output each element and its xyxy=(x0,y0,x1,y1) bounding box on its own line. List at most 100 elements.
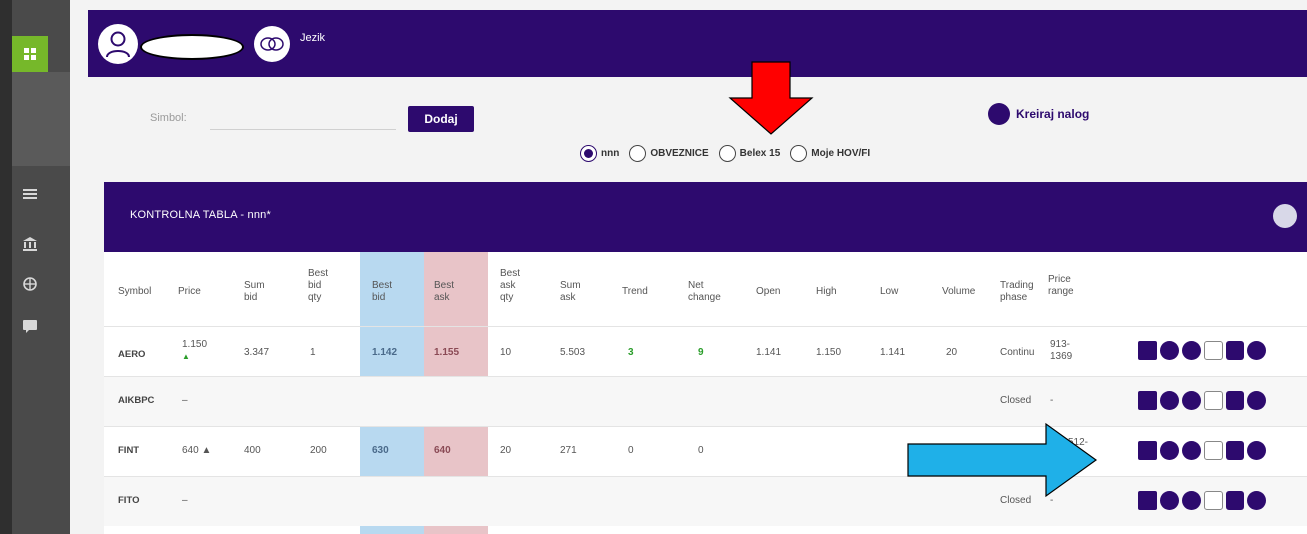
sidebar-item-list[interactable] xyxy=(20,184,40,204)
globe-icon xyxy=(23,277,37,291)
cell-volume: 20 xyxy=(946,347,958,358)
app-root: Jezik Simbol: Dodaj Kreiraj nalog nnn OB… xyxy=(0,0,1307,534)
bank-icon xyxy=(23,237,37,251)
row-actions xyxy=(1138,341,1266,360)
cell-trading-phase: Continu xyxy=(1000,347,1035,358)
sidebar xyxy=(12,0,70,534)
col-trend[interactable]: Trend xyxy=(622,286,648,298)
bag-icon[interactable] xyxy=(1226,341,1244,360)
col-symbol[interactable]: Symbol xyxy=(118,286,151,298)
col-low[interactable]: Low xyxy=(880,286,898,298)
cell-high: 1.150 xyxy=(816,347,842,358)
cell-low: 1.141 xyxy=(880,347,906,358)
col-trading-phase[interactable]: Trading phase xyxy=(1000,280,1034,304)
document-icon[interactable] xyxy=(1204,341,1223,360)
calendar-grid-icon[interactable] xyxy=(1138,491,1157,510)
circle-go-icon[interactable] xyxy=(1247,441,1266,460)
language-button[interactable] xyxy=(254,26,290,62)
circle-cancel-icon[interactable] xyxy=(1182,341,1201,360)
bag-icon[interactable] xyxy=(1226,441,1244,460)
blue-right-arrow-annotation xyxy=(907,422,1098,498)
cell-best-ask-qty: 10 xyxy=(500,347,512,358)
row-actions xyxy=(1138,491,1266,510)
cell-net-change: 9 xyxy=(698,347,704,358)
col-net-change[interactable]: Net change xyxy=(688,280,721,304)
radio-label-belex15: Belex 15 xyxy=(739,148,781,159)
cell-symbol[interactable]: FINT xyxy=(118,445,139,457)
create-order-label: Kreiraj nalog xyxy=(1016,107,1090,121)
bag-icon[interactable] xyxy=(1226,491,1244,510)
language-label[interactable]: Jezik xyxy=(300,32,325,44)
cell-best-bid-qty: 200 xyxy=(310,445,327,456)
cell-price-range: - xyxy=(1050,395,1054,406)
col-best-bid[interactable]: Best bid xyxy=(372,280,392,304)
col-price-range[interactable]: Price range xyxy=(1048,274,1074,298)
circle-go-icon[interactable] xyxy=(1247,491,1266,510)
radio-nnn[interactable] xyxy=(580,145,597,162)
circle-action-icon[interactable] xyxy=(1160,441,1179,460)
create-order-icon xyxy=(988,103,1010,125)
add-button[interactable]: Dodaj xyxy=(408,106,474,132)
circle-go-icon[interactable] xyxy=(1247,341,1266,360)
calendar-grid-icon[interactable] xyxy=(1138,391,1157,410)
col-price[interactable]: Price xyxy=(178,286,201,298)
col-best-bid-qty[interactable]: Best bid qty xyxy=(308,268,328,304)
user-icon xyxy=(106,31,130,58)
symbol-label: Simbol: xyxy=(150,112,187,124)
cell-symbol[interactable]: AIKBPC xyxy=(118,395,154,407)
col-best-ask[interactable]: Best ask xyxy=(434,280,454,304)
circle-action-icon[interactable] xyxy=(1160,391,1179,410)
cell-symbol[interactable]: FITO xyxy=(118,495,139,507)
col-volume[interactable]: Volume xyxy=(942,286,975,298)
panel-header: KONTROLNA TABLA - nnn* xyxy=(104,182,1307,252)
user-avatar[interactable] xyxy=(98,24,138,64)
sidebar-item-bank[interactable] xyxy=(20,234,40,254)
cell-price: 1.150 ▲ xyxy=(182,339,208,361)
document-icon[interactable] xyxy=(1204,491,1223,510)
radio-obveznice[interactable] xyxy=(629,145,647,162)
radio-label-obveznice: OBVEZNICE xyxy=(650,148,709,159)
cell-sum-bid: 3.347 xyxy=(244,347,270,358)
create-order-button[interactable]: Kreiraj nalog xyxy=(988,103,1089,125)
sidebar-item-globe[interactable] xyxy=(20,274,40,294)
table-row[interactable]: FINT 640 ▲ 400 200 630 640 20 271 0 0 51… xyxy=(104,426,1307,476)
radio-label-nnn: nnn xyxy=(601,148,620,159)
table-row[interactable]: AIKBPC – Closed - xyxy=(104,376,1307,426)
symbol-input[interactable] xyxy=(210,104,396,130)
col-high[interactable]: High xyxy=(816,286,837,298)
cell-best-ask: 1.155 xyxy=(434,347,460,358)
cell-price: – xyxy=(182,495,188,506)
circle-action-icon[interactable] xyxy=(1160,341,1179,360)
table-row[interactable]: FITO – Closed - xyxy=(104,476,1307,526)
document-icon[interactable] xyxy=(1204,441,1223,460)
radio-moje-hov[interactable] xyxy=(790,145,808,162)
sidebar-item-chat[interactable] xyxy=(20,316,40,336)
cell-best-bid: 1.142 xyxy=(372,347,398,358)
cell-sum-ask: 5.503 xyxy=(560,347,586,358)
radio-belex15[interactable] xyxy=(718,145,736,162)
document-icon[interactable] xyxy=(1204,391,1223,410)
calendar-grid-icon[interactable] xyxy=(1138,341,1157,360)
calendar-grid-icon[interactable] xyxy=(1138,441,1157,460)
col-sum-bid[interactable]: Sum bid xyxy=(244,280,265,304)
cell-price-range: 913- 1369 xyxy=(1050,339,1073,362)
circle-cancel-icon[interactable] xyxy=(1182,491,1201,510)
col-open[interactable]: Open xyxy=(756,286,780,298)
cell-sum-bid: 400 xyxy=(244,445,261,456)
cell-symbol[interactable]: AERO xyxy=(118,349,145,361)
cell-best-ask-qty: 20 xyxy=(500,445,512,456)
circle-cancel-icon[interactable] xyxy=(1182,391,1201,410)
table-row[interactable]: AERO 1.150 ▲ 3.347 1 1.142 1.155 10 5.503… xyxy=(104,326,1307,376)
cell-trend: 0 xyxy=(628,445,634,456)
bag-icon[interactable] xyxy=(1226,391,1244,410)
col-sum-ask[interactable]: Sum ask xyxy=(560,280,581,304)
circle-go-icon[interactable] xyxy=(1247,391,1266,410)
sidebar-item-dashboard[interactable] xyxy=(12,36,48,72)
row-actions xyxy=(1138,441,1266,460)
col-best-ask-qty[interactable]: Best ask qty xyxy=(500,268,520,304)
main-content: Jezik Simbol: Dodaj Kreiraj nalog nnn OB… xyxy=(70,0,1307,534)
panel-settings-icon[interactable] xyxy=(1273,204,1297,228)
circle-action-icon[interactable] xyxy=(1160,491,1179,510)
circle-cancel-icon[interactable] xyxy=(1182,441,1201,460)
list-icon xyxy=(23,189,37,199)
